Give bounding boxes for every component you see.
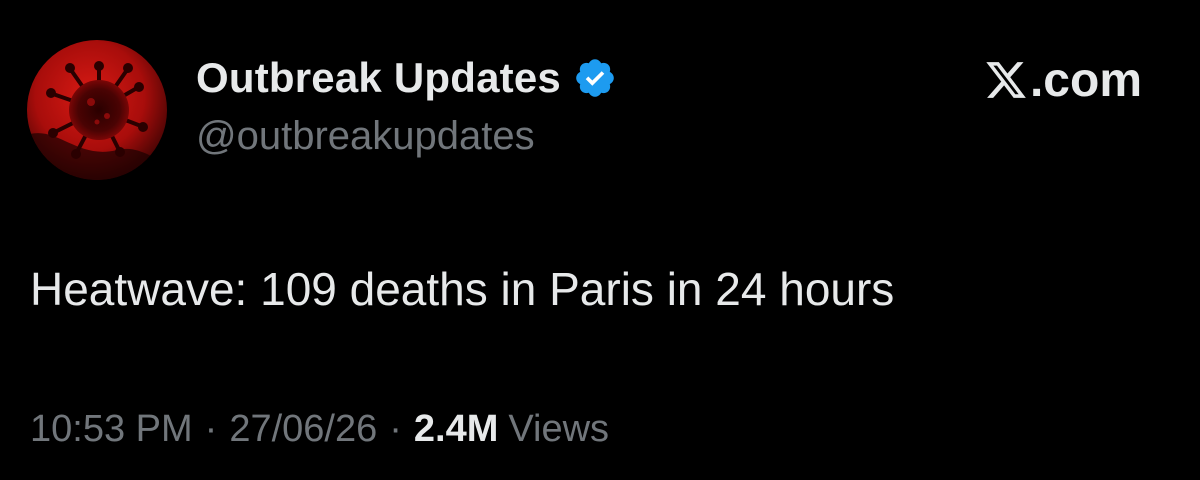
meta-separator: ·: [204, 408, 218, 450]
display-name[interactable]: Outbreak Updates: [196, 54, 561, 102]
tweet-meta: 10:53 PM · 27/06/26 · 2.4M Views: [30, 408, 609, 451]
tweet-text: Heatwave: 109 deaths in Paris in 24 hour…: [30, 263, 895, 315]
tweet-card: Outbreak Updates @outbreakupdates .com H…: [0, 0, 1200, 480]
tweet-time[interactable]: 10:53 PM: [30, 408, 193, 451]
virus-icon: [27, 40, 167, 180]
brand-watermark: .com: [984, 52, 1142, 108]
tweet-date[interactable]: 27/06/26: [229, 408, 377, 451]
views-label[interactable]: Views: [508, 408, 609, 451]
views-count[interactable]: 2.4M: [414, 408, 498, 451]
account-handle[interactable]: @outbreakupdates: [196, 114, 535, 159]
meta-separator: ·: [389, 408, 402, 450]
avatar[interactable]: [27, 40, 167, 180]
x-logo-icon: [984, 58, 1028, 102]
verified-badge-icon: [573, 56, 617, 100]
account-name-row: Outbreak Updates: [196, 52, 617, 104]
brand-label: .com: [1029, 53, 1142, 107]
